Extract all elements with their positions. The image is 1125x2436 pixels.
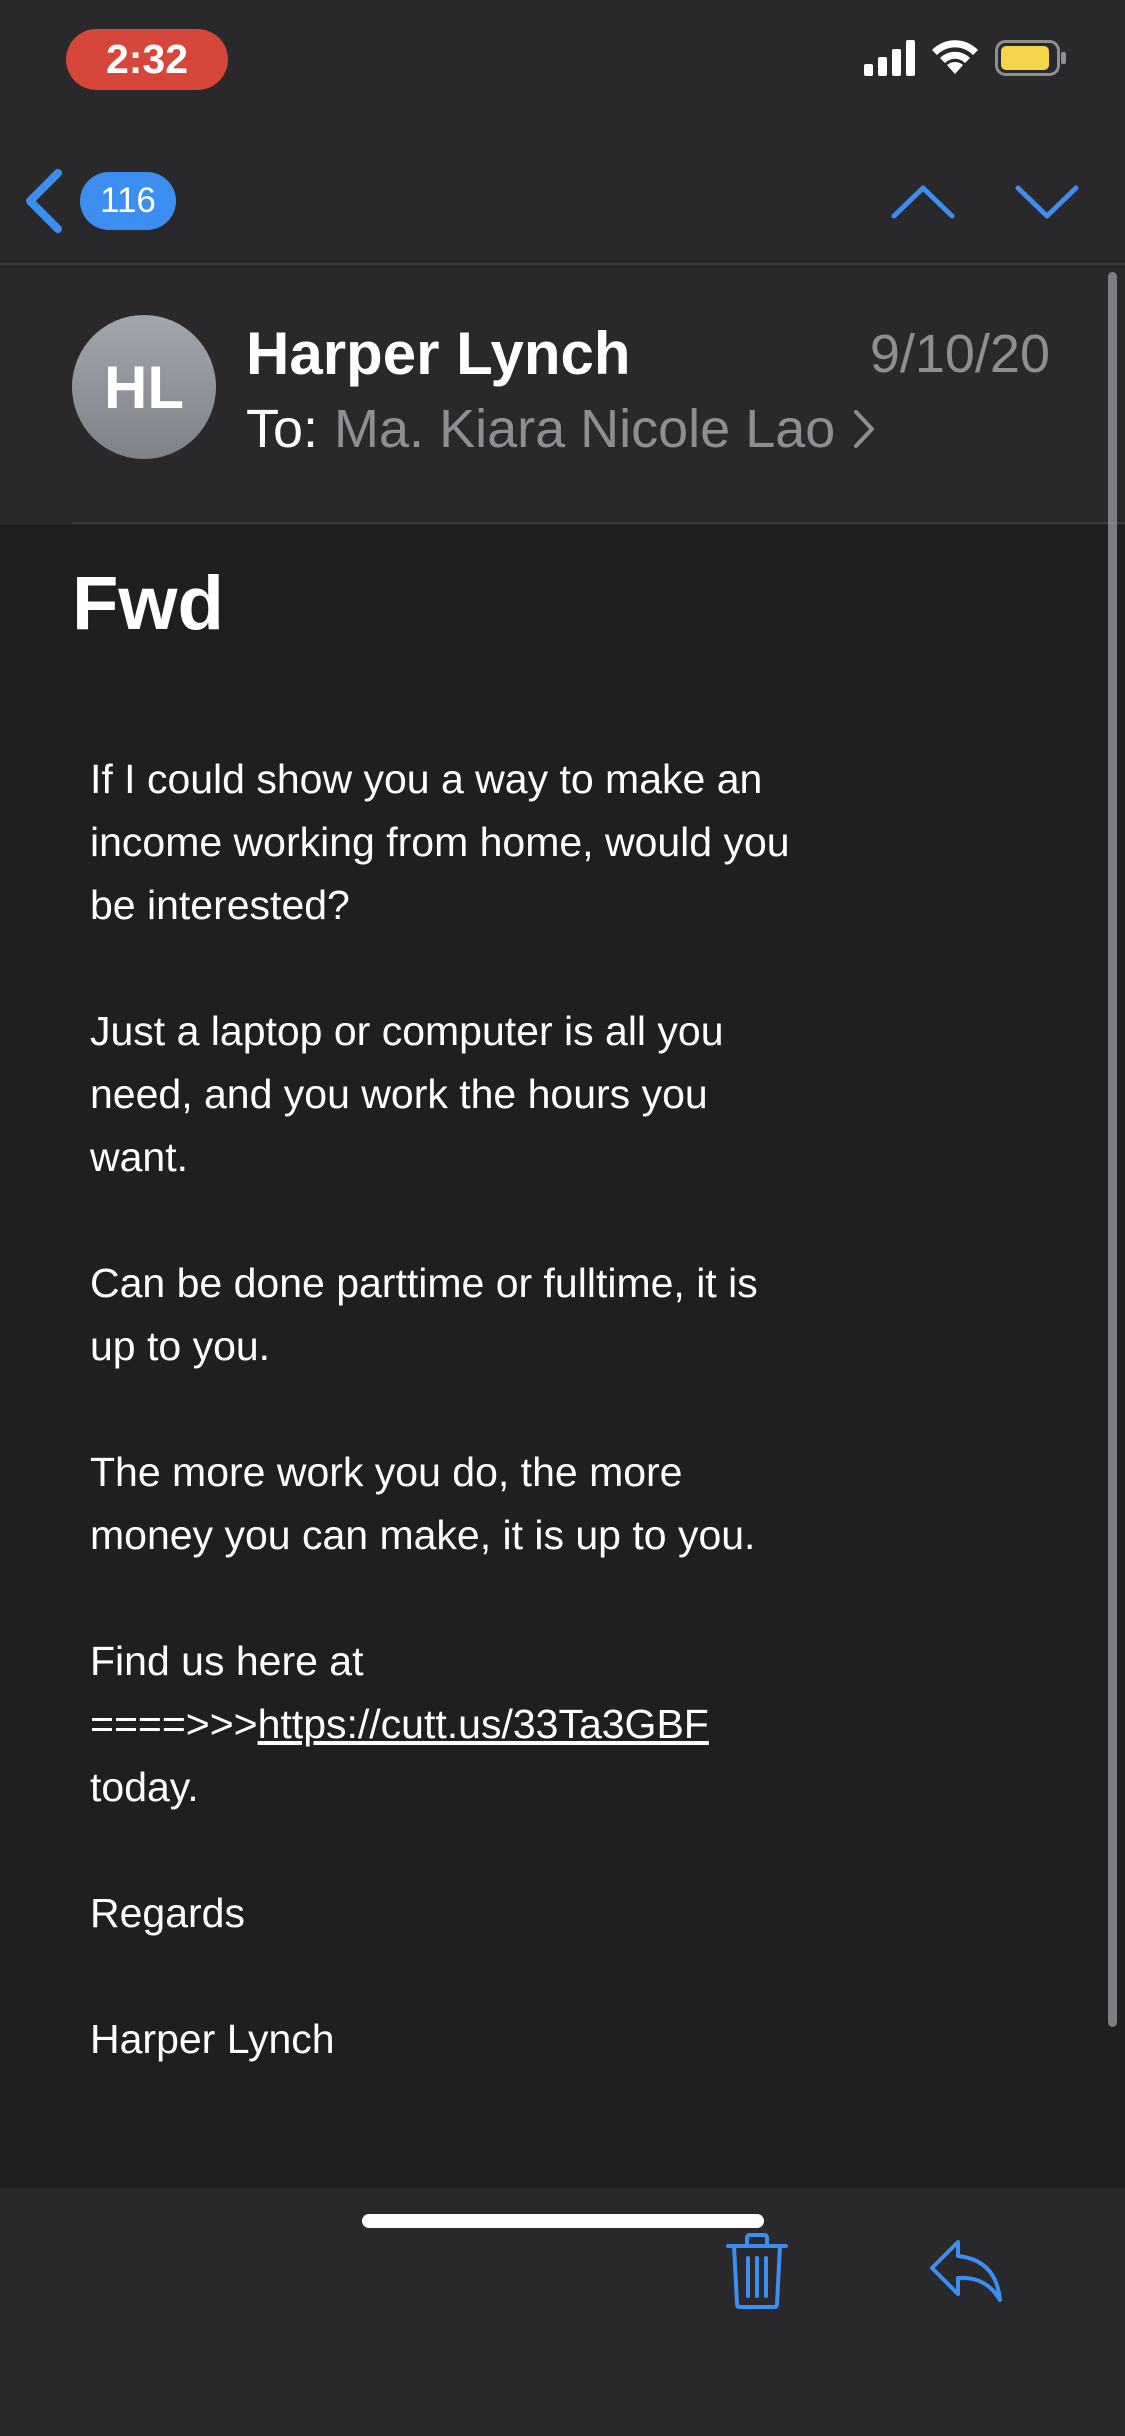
trash-icon bbox=[726, 2233, 788, 2309]
chevron-right-icon bbox=[854, 410, 875, 448]
home-indicator[interactable] bbox=[362, 2214, 764, 2228]
message-subject: Fwd bbox=[72, 561, 224, 646]
body-paragraph: Just a laptop or computer is all you nee… bbox=[90, 1008, 724, 1180]
previous-message-button[interactable] bbox=[888, 172, 958, 232]
message-header: HL Harper Lynch 9/10/20 To: Ma. Kiara Ni… bbox=[0, 265, 1125, 525]
sender-avatar[interactable]: HL bbox=[72, 315, 216, 459]
sign-off: Regards bbox=[90, 1890, 245, 1936]
status-time[interactable]: 2:32 bbox=[66, 29, 228, 90]
mail-screen: 2:32 116 HL Harper Lynch 9/10/20 To: Ma.… bbox=[0, 0, 1125, 2436]
body-paragraph: Can be done parttime or fulltime, it is … bbox=[90, 1260, 758, 1369]
chevron-left-icon bbox=[26, 169, 62, 233]
nav-bar: 116 bbox=[0, 130, 1125, 265]
body-paragraph: The more work you do, the more money you… bbox=[90, 1449, 756, 1558]
body-paragraph-link: Find us here at ====>>>https://cutt.us/3… bbox=[90, 1630, 810, 1819]
signal-icon bbox=[864, 40, 915, 76]
reply-button[interactable] bbox=[928, 2236, 1004, 2306]
battery-icon bbox=[995, 40, 1066, 76]
wifi-icon bbox=[932, 40, 978, 74]
sender-name[interactable]: Harper Lynch bbox=[246, 319, 631, 388]
back-button[interactable]: 116 bbox=[22, 166, 182, 236]
reply-icon bbox=[930, 2240, 1002, 2302]
recipient-line[interactable]: To: Ma. Kiara Nicole Lao bbox=[246, 398, 875, 460]
header-divider bbox=[72, 522, 1125, 524]
recipient-name[interactable]: Ma. Kiara Nicole Lao bbox=[334, 398, 835, 460]
status-bar: 2:32 bbox=[0, 0, 1125, 130]
chevron-down-icon bbox=[1015, 185, 1079, 219]
message-body: If I could show you a way to make an inc… bbox=[90, 748, 810, 2134]
body-paragraph: If I could show you a way to make an inc… bbox=[90, 756, 790, 928]
signature: Harper Lynch bbox=[90, 2016, 335, 2062]
link-suffix: today. bbox=[90, 1764, 199, 1810]
next-message-button[interactable] bbox=[1012, 172, 1082, 232]
trash-button[interactable] bbox=[724, 2232, 790, 2310]
to-label: To: bbox=[246, 399, 319, 459]
chevron-up-icon bbox=[891, 185, 955, 219]
scrollbar[interactable] bbox=[1108, 272, 1117, 2027]
unread-count-badge: 116 bbox=[80, 172, 176, 230]
message-date: 9/10/20 bbox=[869, 324, 1050, 384]
body-link[interactable]: https://cutt.us/33Ta3GBF bbox=[258, 1701, 709, 1747]
